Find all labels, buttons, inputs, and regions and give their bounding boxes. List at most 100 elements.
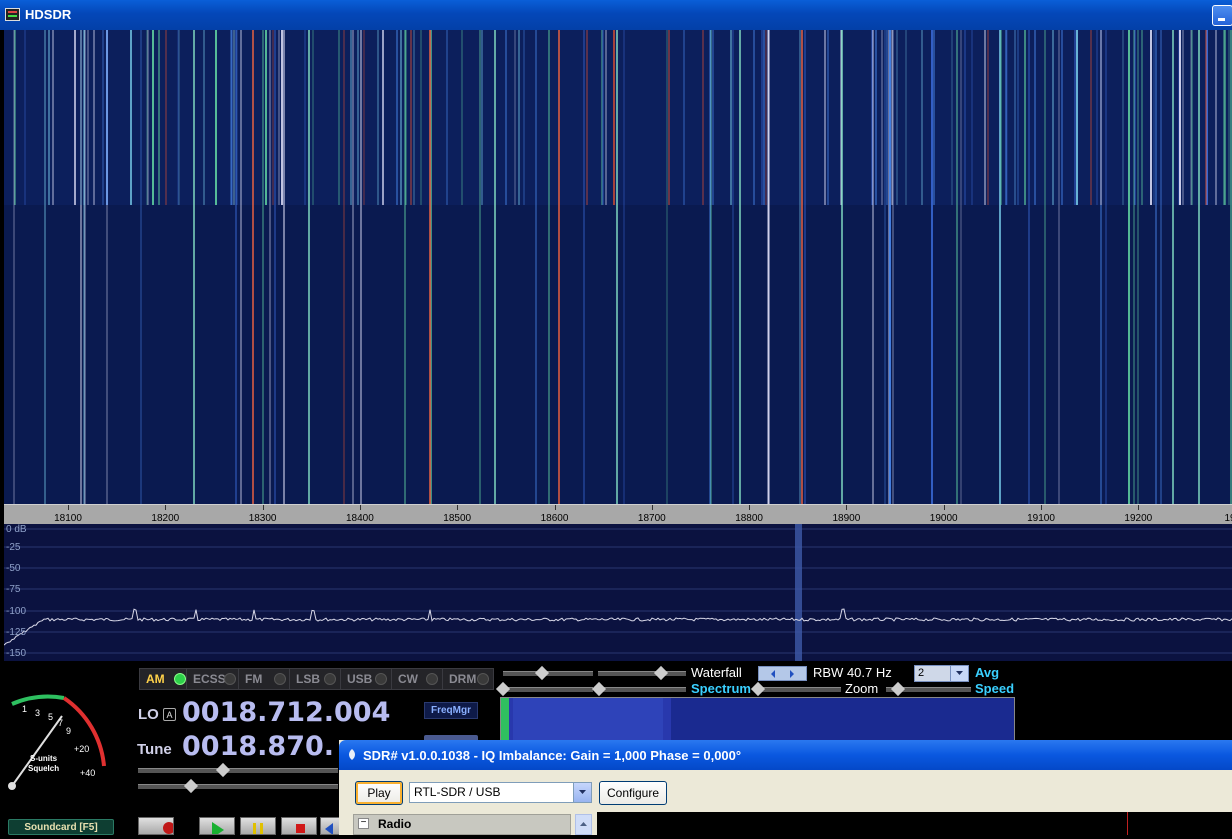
smeter-scale-1: 1 [22, 704, 27, 714]
db-scale-label: -125 [6, 627, 27, 638]
soundcard-button[interactable]: Soundcard [F5] [8, 819, 114, 835]
spectrum-display[interactable]: 0 dB -25 -50 -75 -100 -125 -150 [4, 524, 1232, 661]
play-icon [212, 822, 224, 838]
freqmgr-button[interactable]: FreqMgr [424, 702, 478, 719]
mode-ecss-label: ECSS [193, 672, 226, 686]
freq-tick-label: 18900 [832, 513, 861, 524]
db-scale-label: -150 [6, 648, 27, 659]
db-scale-label: -25 [6, 542, 21, 553]
rewind-button[interactable] [320, 817, 340, 835]
spectrum-label: Spectrum [691, 681, 751, 696]
freq-tick-mark [262, 505, 264, 510]
freq-tick-mark [359, 505, 361, 510]
db-scale-label: 0 dB [6, 524, 27, 535]
pause-icon [253, 823, 263, 834]
sdrsharp-spectrum[interactable] [597, 812, 1232, 835]
zoom-label: Zoom [845, 681, 879, 696]
collapse-icon[interactable]: − [358, 818, 369, 829]
right-panel [1025, 661, 1232, 741]
mode-fm-led-icon [274, 673, 286, 685]
mode-drm-led-icon [477, 673, 489, 685]
spectrum-max-slider[interactable] [598, 687, 686, 692]
configure-button[interactable]: Configure [599, 781, 667, 805]
smeter-scale-plus20: +20 [74, 744, 89, 754]
mode-cw-button[interactable]: CW [391, 668, 443, 690]
spectrum-min-slider[interactable] [503, 687, 593, 692]
freq-tick-mark [651, 505, 653, 510]
smeter-scale-3: 3 [35, 708, 40, 718]
sdrsharp-frequency-marker [1127, 812, 1128, 835]
waterfall-max-slider[interactable] [598, 671, 686, 676]
chevron-down-icon[interactable] [950, 666, 968, 681]
tune-frequency-display[interactable]: 0018.870. [182, 731, 334, 762]
stop-button[interactable] [281, 817, 317, 835]
freq-tick-mark [749, 505, 751, 510]
freq-tick-label: 18800 [735, 513, 763, 524]
mode-drm-button[interactable]: DRM [442, 668, 494, 690]
record-button[interactable] [138, 817, 175, 835]
hdsdr-window-title: HDSDR [25, 7, 72, 22]
device-select[interactable]: RTL-SDR / USB [409, 782, 592, 803]
volume-slider[interactable] [138, 768, 338, 773]
zoom-slider[interactable] [758, 687, 841, 692]
waterfall-signals [4, 30, 1232, 504]
freq-tick-label: 18700 [637, 513, 666, 524]
smeter-label-squelch: Squelch [28, 764, 60, 773]
freq-tick-mark [554, 505, 556, 510]
mode-usb-led-icon [375, 673, 387, 685]
mode-cw-label: CW [398, 672, 418, 686]
db-scale-label: -75 [6, 584, 21, 595]
minimize-button[interactable] [1212, 5, 1232, 26]
mode-am-led-icon [174, 673, 186, 685]
rbw-arrows-icon [771, 670, 794, 678]
s-meter-gauge: 1 3 5 7 9 +20 +40 [8, 694, 106, 790]
freq-tick-mark [846, 505, 848, 510]
lo-frequency-display[interactable]: 0018.712.004 [182, 697, 390, 728]
mode-lsb-label: LSB [296, 672, 320, 686]
pause-button[interactable] [240, 817, 276, 835]
play-button[interactable] [199, 817, 235, 838]
chevron-down-icon[interactable] [573, 783, 591, 802]
freq-tick-label: 18100 [54, 513, 82, 524]
mode-am-button[interactable]: AM [139, 668, 191, 690]
waterfall-label: Waterfall [691, 665, 742, 680]
smeter-label: S-units Squelch [28, 754, 59, 774]
freq-tick-label: 1930 [1224, 513, 1232, 524]
freq-tick-label: 18400 [345, 513, 374, 524]
waterfall-display[interactable] [4, 30, 1232, 504]
mode-fm-button[interactable]: FM [238, 668, 291, 690]
mode-usb-label: USB [347, 672, 373, 686]
stop-icon [296, 824, 305, 833]
freq-tick-mark [457, 505, 459, 510]
mode-lsb-button[interactable]: LSB [289, 668, 341, 690]
freq-tick-label: 18300 [248, 513, 277, 524]
sdr-play-button[interactable]: Play [355, 781, 403, 805]
freq-tick-label: 19200 [1124, 513, 1153, 524]
hdsdr-title-bar [0, 0, 1232, 30]
freq-tick-label: 19000 [929, 513, 958, 524]
mode-ecss-button[interactable]: ECSS [186, 668, 241, 690]
mode-usb-button[interactable]: USB [340, 668, 392, 690]
scrollbar-up-icon[interactable] [575, 814, 592, 835]
smeter-scale-7: 7 [58, 718, 63, 728]
smeter-scale-5: 5 [48, 712, 53, 722]
smeter-label-units: S-units [30, 754, 58, 763]
mode-drm-label: DRM [449, 672, 477, 686]
lo-lock-badge[interactable]: A [163, 708, 176, 721]
mode-fm-label: FM [245, 672, 263, 686]
freq-tick-mark [68, 505, 69, 510]
mode-cw-led-icon [426, 673, 438, 685]
freq-tick-label: 19100 [1027, 513, 1055, 524]
squelch-slider[interactable] [138, 784, 338, 789]
db-scale-label: -50 [6, 563, 21, 574]
freq-tick-mark [943, 505, 945, 510]
record-icon [163, 822, 175, 834]
sdrsharp-window-title: SDR# v1.0.0.1038 - IQ Imbalance: Gain = … [363, 748, 742, 763]
smeter-scale-plus40: +40 [80, 768, 95, 778]
rbw-stepper[interactable] [758, 666, 807, 681]
hdsdr-app-icon [5, 8, 20, 21]
sdrsharp-app-icon [349, 749, 355, 760]
frequency-scale[interactable]: 18100 18200 18300 18400 18500 18600 18700 18800… [4, 504, 1232, 525]
freq-tick-label: 18600 [540, 513, 569, 524]
rbw-value: RBW 40.7 Hz [813, 665, 892, 680]
